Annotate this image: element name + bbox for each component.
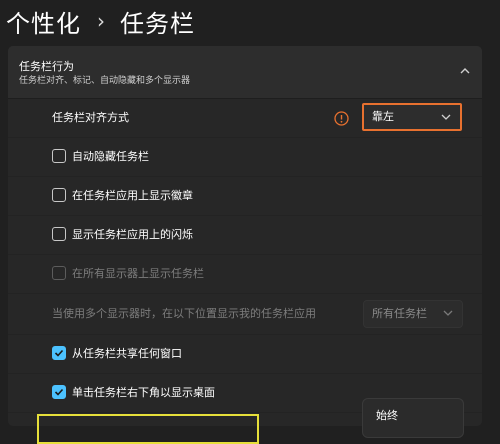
flashing-checkbox[interactable]: [52, 227, 66, 241]
checkmark-icon: [54, 388, 64, 396]
all-displays-label: 在所有显示器上显示任务栏: [72, 267, 204, 280]
badges-label: 在任务栏应用上显示徽章: [72, 189, 193, 202]
chevron-down-icon: [443, 310, 453, 316]
share-window-checkbox[interactable]: [52, 346, 66, 360]
section-title: 任务栏行为: [19, 60, 74, 73]
alignment-label: 任务栏对齐方式: [52, 111, 129, 124]
multi-display-value: 所有任务栏: [372, 307, 427, 320]
multi-display-dropdown: 所有任务栏: [363, 300, 463, 328]
share-window-label: 从任务栏共享任何窗口: [72, 347, 182, 360]
warning-circle-icon: [334, 111, 349, 126]
show-desktop-checkbox[interactable]: [52, 385, 66, 399]
chevron-up-icon[interactable]: [458, 64, 472, 78]
alignment-dropdown[interactable]: 靠左: [362, 103, 462, 131]
autohide-checkbox[interactable]: [52, 149, 66, 163]
show-desktop-label: 单击任务栏右下角以显示桌面: [72, 386, 215, 399]
multi-display-label: 当使用多个显示器时，在以下位置显示我的任务栏应用: [52, 307, 316, 320]
menu-item-always[interactable]: 始终: [376, 407, 398, 423]
option-row-badges[interactable]: 在任务栏应用上显示徽章: [8, 177, 482, 215]
autohide-label: 自动隐藏任务栏: [72, 150, 149, 163]
section-subtitle: 任务栏对齐、标记、自动隐藏和多个显示器: [19, 76, 191, 86]
breadcrumb-parent[interactable]: 个性化: [6, 4, 81, 39]
option-row-all-displays: 在所有显示器上显示任务栏: [8, 255, 482, 293]
breadcrumb-separator: ›: [97, 9, 106, 33]
chevron-down-icon: [441, 114, 451, 120]
highlight-box: [37, 414, 259, 444]
breadcrumb: 个性化 › 任务栏: [6, 0, 195, 42]
taskbar-behaviors-panel: 任务栏行为 任务栏对齐、标记、自动隐藏和多个显示器 任务栏对齐方式 靠左 自动隐…: [8, 46, 482, 426]
alignment-value: 靠左: [372, 110, 394, 123]
badges-checkbox[interactable]: [52, 188, 66, 202]
flashing-label: 显示任务栏应用上的闪烁: [72, 228, 193, 241]
section-header[interactable]: 任务栏行为 任务栏对齐、标记、自动隐藏和多个显示器: [8, 46, 482, 99]
option-row-autohide[interactable]: 自动隐藏任务栏: [8, 138, 482, 176]
all-displays-checkbox: [52, 266, 66, 280]
dropdown-menu: 始终: [362, 398, 464, 438]
option-row-share-window[interactable]: 从任务栏共享任何窗口: [8, 335, 482, 373]
page-title: 任务栏: [120, 9, 195, 38]
checkmark-icon: [54, 349, 64, 357]
option-row-flashing[interactable]: 显示任务栏应用上的闪烁: [8, 216, 482, 254]
